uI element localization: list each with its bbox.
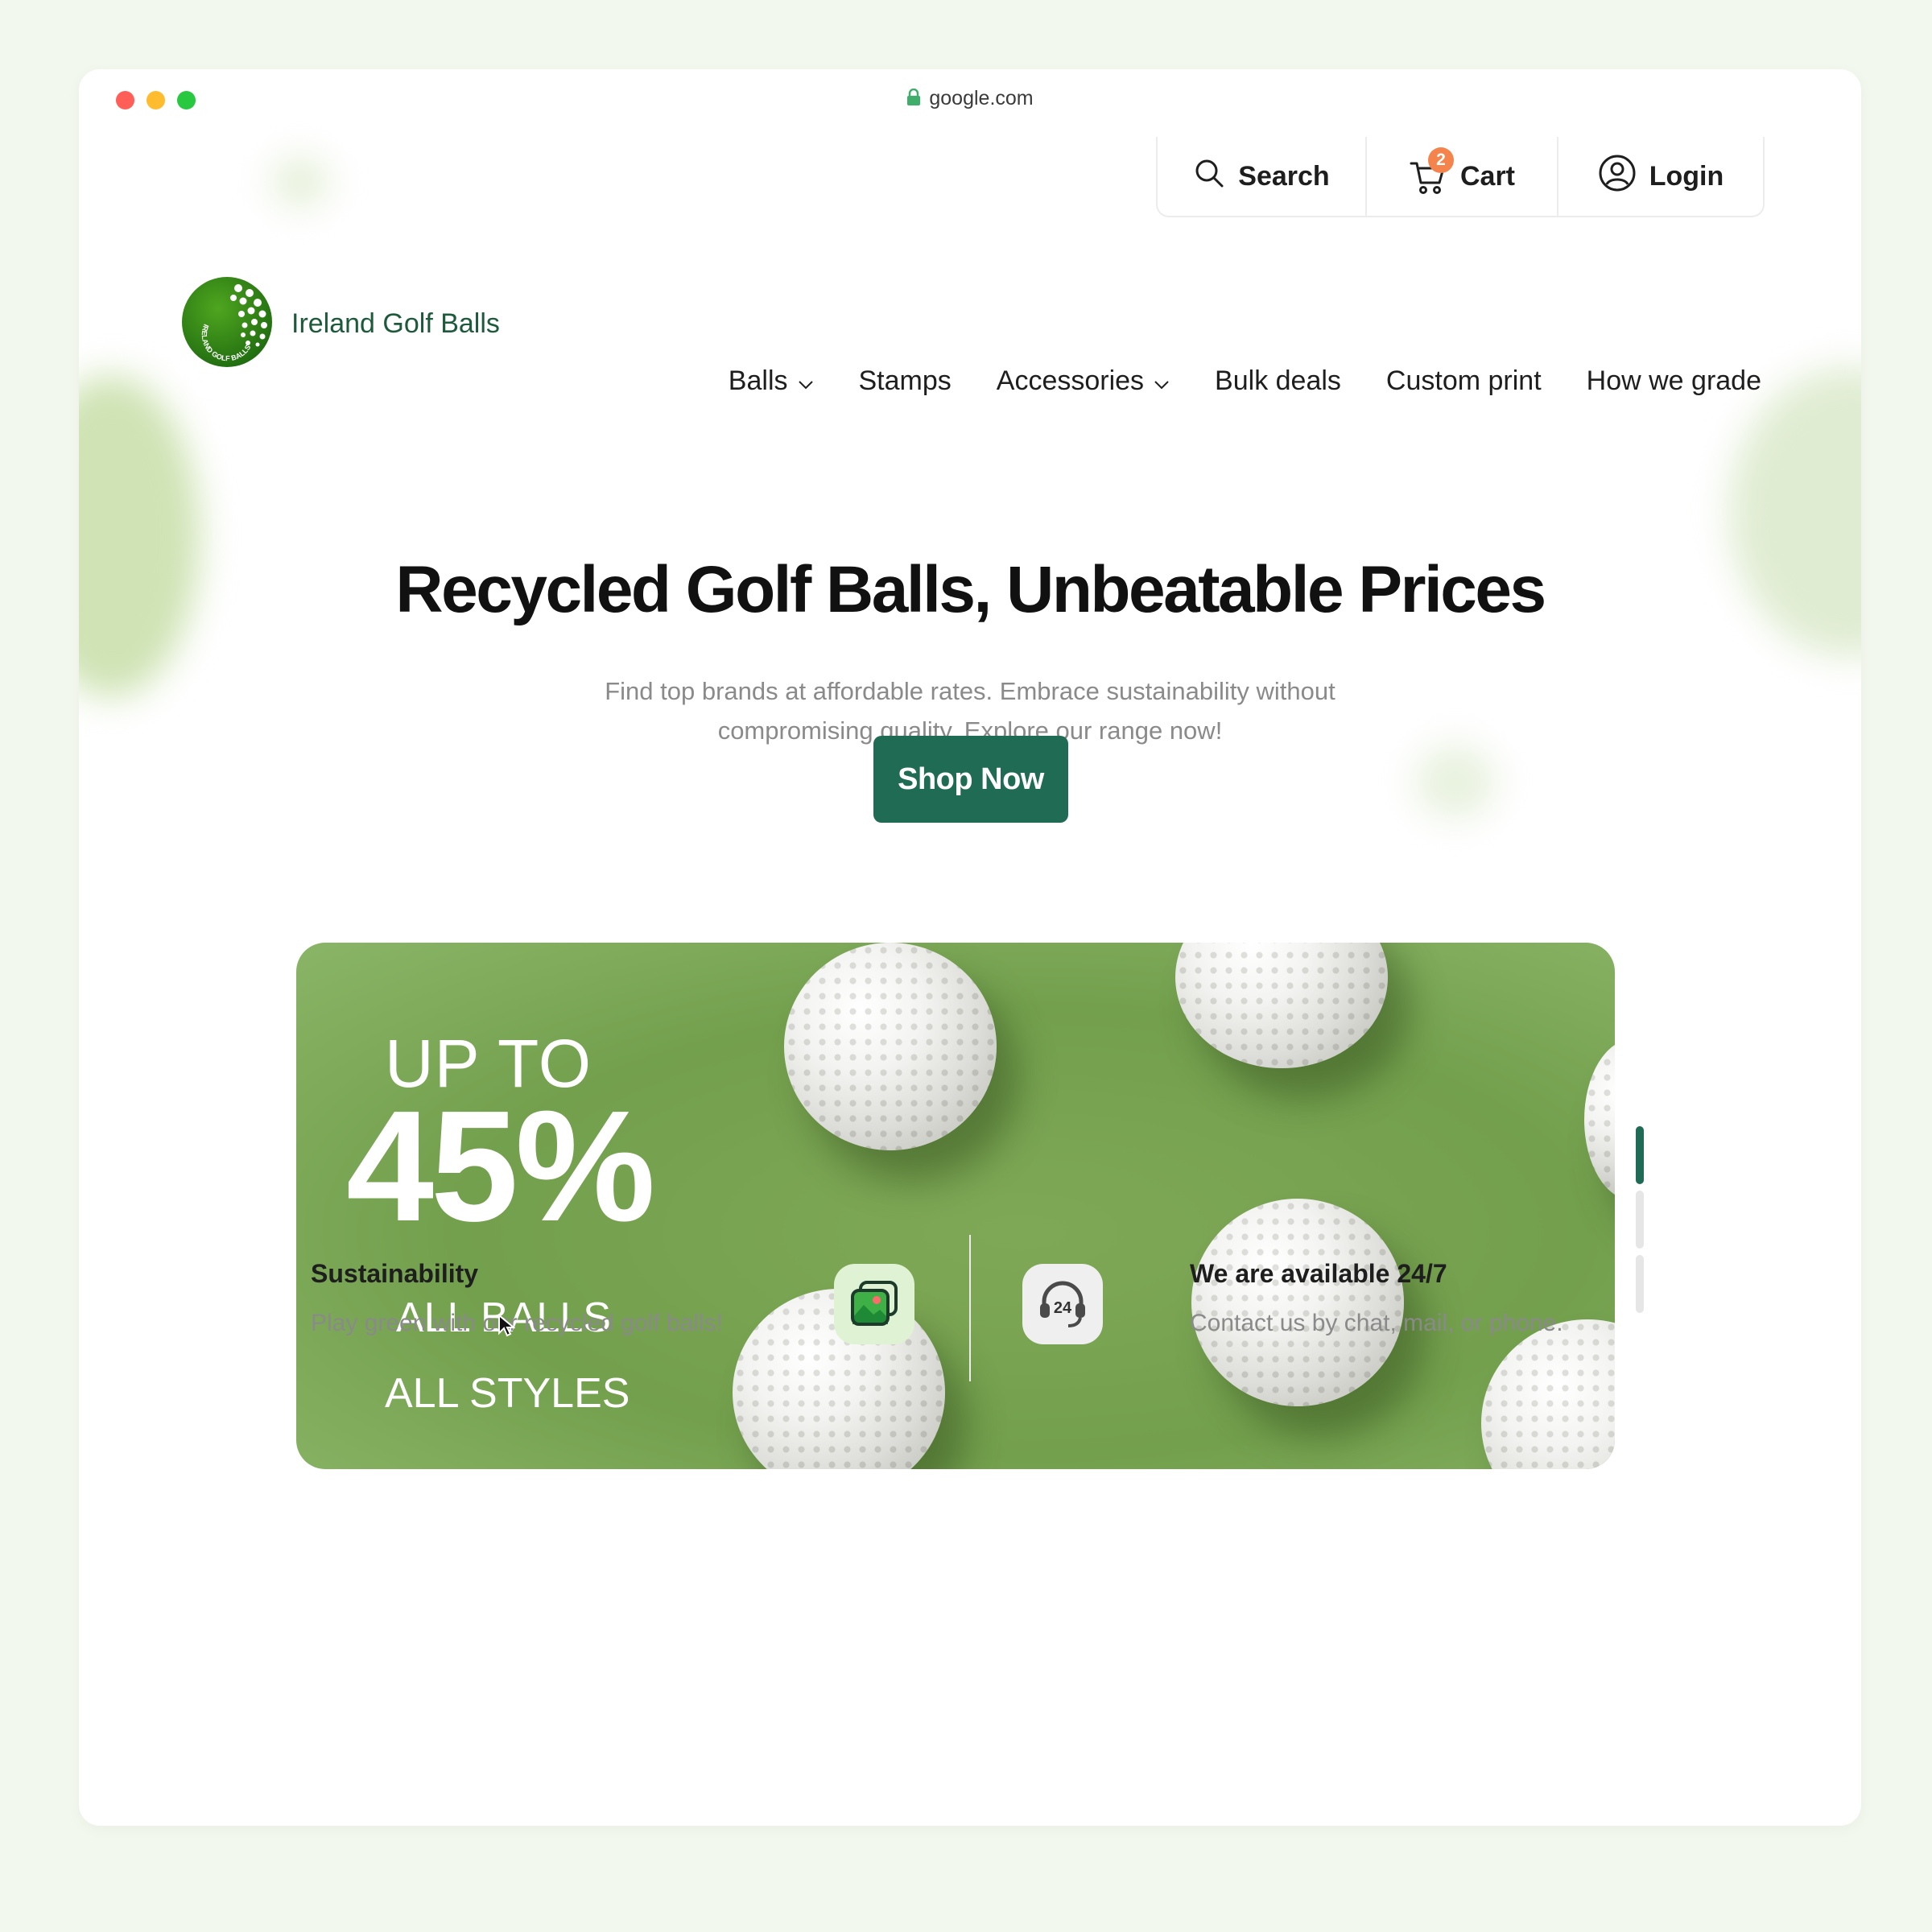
nav-item-stamps[interactable]: Stamps (859, 365, 952, 397)
nav-item-custom-print[interactable]: Custom print (1386, 365, 1542, 397)
nav-item-balls[interactable]: Balls (729, 365, 814, 397)
browser-window: google.com Search 2 Cart Login IRELAND G… (79, 69, 1861, 1826)
feature-availability: We are available 24/7 Contact us by chat… (1190, 1259, 1563, 1337)
feature-title: We are available 24/7 (1190, 1259, 1447, 1288)
carousel-indicator-1[interactable] (1636, 1126, 1644, 1184)
browser-chrome: google.com (79, 69, 1861, 134)
main-navigation: Balls Stamps Accessories Bulk deals Cust… (729, 365, 1761, 397)
login-button[interactable]: Login (1557, 137, 1763, 216)
shop-now-button[interactable]: Shop Now (873, 736, 1068, 823)
feature-title: Sustainability (311, 1259, 479, 1288)
cart-icon: 2 (1409, 147, 1454, 196)
login-label: Login (1649, 160, 1724, 192)
nav-label: How we grade (1586, 365, 1761, 396)
feature-subtitle: Contact us by chat, mail, or phone. (1190, 1310, 1563, 1336)
search-label: Search (1238, 160, 1330, 192)
nav-item-accessories[interactable]: Accessories (997, 365, 1170, 397)
background-blob (1415, 745, 1496, 818)
golf-ball-image (1175, 943, 1388, 1068)
nav-label: Stamps (858, 365, 952, 396)
chevron-down-icon (1154, 365, 1170, 397)
feature-subtitle: Play green with our recycled golf balls! (311, 1310, 723, 1336)
background-blob (272, 158, 328, 206)
golf-ball-image (1584, 1039, 1615, 1200)
golf-ball-image (784, 943, 997, 1150)
user-icon (1598, 154, 1637, 200)
cart-button[interactable]: 2 Cart (1365, 137, 1557, 216)
golf-ball-logo-icon: IRELAND GOLF BALLS (180, 275, 274, 373)
nav-item-how-we-grade[interactable]: How we grade (1587, 365, 1761, 397)
image-gallery-icon (834, 1264, 914, 1344)
carousel-pager (1636, 1126, 1644, 1319)
banner-all-styles-text: ALL STYLES (385, 1370, 630, 1417)
search-button[interactable]: Search (1158, 137, 1365, 216)
nav-label: Accessories (996, 365, 1145, 396)
nav-label: Balls (728, 365, 788, 396)
search-icon (1193, 157, 1225, 196)
banner-discount-percent: 45% (346, 1078, 655, 1254)
brand-logo[interactable]: IRELAND GOLF BALLS Ireland Golf Balls (180, 275, 500, 373)
url-text: google.com (929, 87, 1034, 109)
carousel-indicator-3[interactable] (1636, 1255, 1644, 1313)
nav-label: Custom print (1385, 365, 1542, 396)
feature-divider (969, 1235, 971, 1381)
background-blob (79, 375, 200, 697)
carousel-indicator-2[interactable] (1636, 1191, 1644, 1249)
cart-count-badge: 2 (1427, 147, 1454, 173)
brand-name: Ireland Golf Balls (291, 308, 500, 339)
hero-subtitle-line: Find top brands at affordable rates. Emb… (605, 677, 1335, 705)
headset-24-text: 24 (1054, 1299, 1072, 1317)
nav-label: Bulk deals (1215, 365, 1341, 396)
golf-ball-image (1481, 1319, 1615, 1469)
mouse-cursor-icon (497, 1313, 516, 1342)
hero-title: Recycled Golf Balls, Unbeatable Prices (395, 553, 1546, 626)
lock-icon (906, 88, 921, 112)
address-bar[interactable]: google.com (79, 87, 1861, 112)
promo-banner[interactable]: UP TO 45% ALL BALLS ALL STYLES (296, 943, 1615, 1469)
cart-label: Cart (1459, 160, 1516, 192)
headset-24-icon: 24 (1022, 1264, 1103, 1344)
chevron-down-icon (798, 365, 814, 397)
utility-bar: Search 2 Cart Login (1156, 137, 1765, 217)
feature-sustainability: Sustainability Play green with our recyc… (311, 1259, 723, 1337)
nav-item-bulk-deals[interactable]: Bulk deals (1215, 365, 1341, 397)
